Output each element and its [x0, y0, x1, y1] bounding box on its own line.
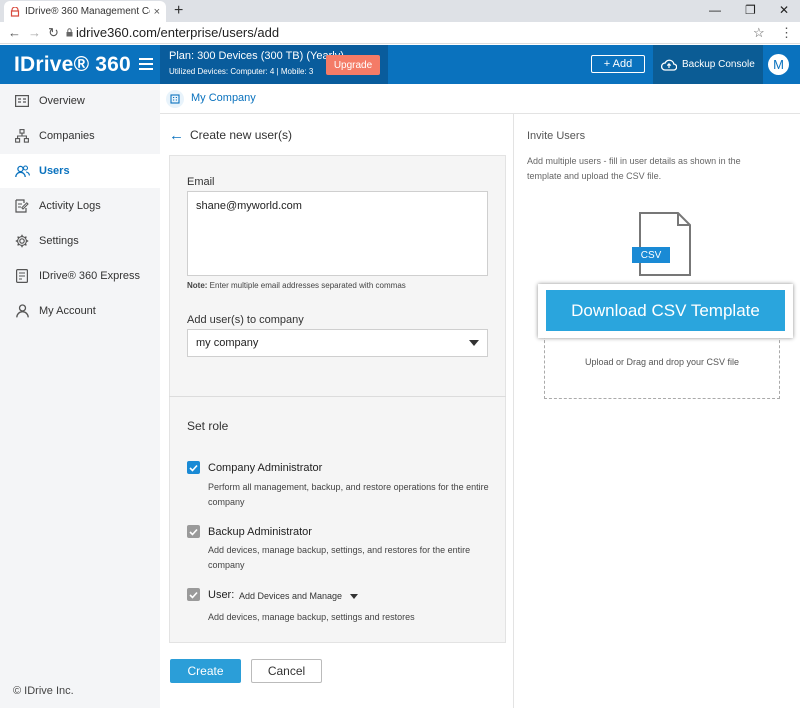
csv-badge: CSV — [632, 247, 670, 263]
user-icon — [14, 303, 30, 319]
invite-users-panel — [513, 114, 800, 708]
express-icon — [14, 268, 30, 284]
browser-menu-icon[interactable]: ⋮ — [780, 25, 793, 41]
url-field[interactable]: idrive360.com/enterprise/users/add — [76, 25, 279, 40]
create-button[interactable]: Create — [170, 659, 241, 683]
backup-console-button[interactable]: Backup Console — [653, 45, 763, 84]
copyright: © IDrive Inc. — [13, 685, 74, 697]
idrive-favicon-icon — [10, 6, 20, 17]
sidebar-item-label: Settings — [39, 235, 79, 247]
cloud-upload-icon — [661, 59, 677, 71]
window-close-button[interactable]: ✕ — [779, 3, 789, 17]
page-title: Create new user(s) — [190, 128, 293, 142]
gear-icon — [14, 233, 30, 249]
download-csv-template-button[interactable]: Download CSV Template — [546, 290, 785, 331]
breadcrumb-company[interactable]: My Company — [191, 92, 256, 104]
utilized-devices: Utilized Devices: Computer: 4 | Mobile: … — [169, 67, 314, 76]
address-bar: ← → ↻ idrive360.com/enterprise/users/add… — [0, 22, 800, 44]
user-permission-dropdown[interactable]: Add Devices and Manage — [239, 591, 359, 601]
sidebar-item-label: Users — [39, 165, 70, 177]
note-text: Enter multiple email addresses separated… — [207, 281, 406, 290]
idrive-logo[interactable]: IDrive® 360 — [14, 53, 131, 77]
sidebar-item-users[interactable]: Users — [0, 154, 160, 188]
upgrade-button[interactable]: Upgrade — [326, 55, 380, 75]
backup-console-label: Backup Console — [682, 59, 755, 70]
sidebar-item-overview[interactable]: Overview — [0, 84, 160, 118]
company-label: Add user(s) to company — [187, 314, 304, 326]
browser-tab[interactable]: IDrive® 360 Management Conso × — [4, 1, 166, 22]
companies-icon — [14, 128, 30, 144]
invite-title: Invite Users — [527, 130, 586, 142]
company-select[interactable]: my company — [187, 329, 488, 357]
check-icon — [189, 464, 198, 472]
breadcrumb: My Company — [160, 84, 800, 114]
check-icon — [189, 591, 198, 599]
sidebar-item-label: Overview — [39, 95, 85, 107]
sidebar-item-companies[interactable]: Companies — [0, 119, 160, 153]
sidebar-item-label: My Account — [39, 305, 96, 317]
company-admin-desc: Perform all management, backup, and rest… — [208, 482, 489, 507]
tab-title: IDrive® 360 Management Conso — [25, 6, 150, 17]
check-icon — [189, 528, 198, 536]
backup-admin-desc: Add devices, manage backup, settings, an… — [208, 545, 471, 570]
back-icon[interactable]: ← — [8, 25, 21, 40]
csv-file-icon — [639, 212, 691, 276]
overview-icon — [14, 93, 30, 109]
note-bold: Note: — [187, 281, 208, 290]
add-button[interactable]: + Add — [591, 55, 645, 73]
sidebar-item-my-account[interactable]: My Account — [0, 294, 160, 328]
email-note: Note: Enter multiple email addresses sep… — [187, 281, 406, 290]
reload-icon[interactable]: ↻ — [48, 25, 59, 41]
backup-admin-label: Backup Administrator — [208, 526, 312, 538]
browser-tab-bar: IDrive® 360 Management Conso × + — ❐ ✕ — [0, 0, 800, 22]
avatar[interactable]: M — [768, 54, 789, 75]
sidebar-item-settings[interactable]: Settings — [0, 224, 160, 258]
tab-close-icon[interactable]: × — [154, 6, 160, 18]
sidebar-item-express[interactable]: IDrive® 360 Express — [0, 259, 160, 293]
company-admin-label: Company Administrator — [208, 462, 323, 474]
company-select-value: my company — [196, 337, 259, 349]
company-admin-checkbox[interactable] — [187, 461, 200, 474]
lock-icon — [66, 28, 73, 37]
email-field[interactable]: shane@myworld.com — [187, 191, 488, 276]
chevron-down-icon — [350, 593, 359, 599]
form-divider — [169, 396, 506, 397]
sidebar-item-activity-logs[interactable]: Activity Logs — [0, 189, 160, 223]
restore-button[interactable]: ❐ — [745, 3, 756, 17]
minimize-button[interactable]: — — [709, 3, 721, 17]
sidebar-item-label: IDrive® 360 Express — [39, 270, 141, 282]
set-role-title: Set role — [187, 419, 229, 433]
user-role-desc: Add devices, manage backup, settings and… — [208, 612, 415, 622]
user-role-checkbox[interactable] — [187, 588, 200, 601]
sidebar-item-label: Activity Logs — [39, 200, 101, 212]
sidebar-item-label: Companies — [39, 130, 95, 142]
new-tab-button[interactable]: + — [174, 2, 183, 20]
activity-logs-icon — [14, 198, 30, 214]
chevron-down-icon — [469, 340, 479, 346]
cancel-button[interactable]: Cancel — [251, 659, 322, 683]
backup-admin-checkbox[interactable] — [187, 525, 200, 538]
bookmark-star-icon[interactable]: ☆ — [753, 25, 765, 41]
users-icon — [14, 163, 30, 179]
company-building-icon — [166, 90, 184, 108]
invite-description: Add multiple users - fill in user detail… — [527, 156, 741, 181]
email-label: Email — [187, 176, 215, 188]
user-role-label: User: — [208, 589, 235, 601]
forward-icon[interactable]: → — [28, 25, 41, 40]
user-permission-value: Add Devices and Manage — [239, 591, 343, 601]
hamburger-menu-icon[interactable] — [139, 58, 153, 70]
plan-title: Plan: 300 Devices (300 TB) (Yearly) — [169, 50, 344, 62]
back-arrow-icon[interactable]: ← — [169, 127, 184, 144]
dropzone-text: Upload or Drag and drop your CSV file — [584, 357, 740, 367]
